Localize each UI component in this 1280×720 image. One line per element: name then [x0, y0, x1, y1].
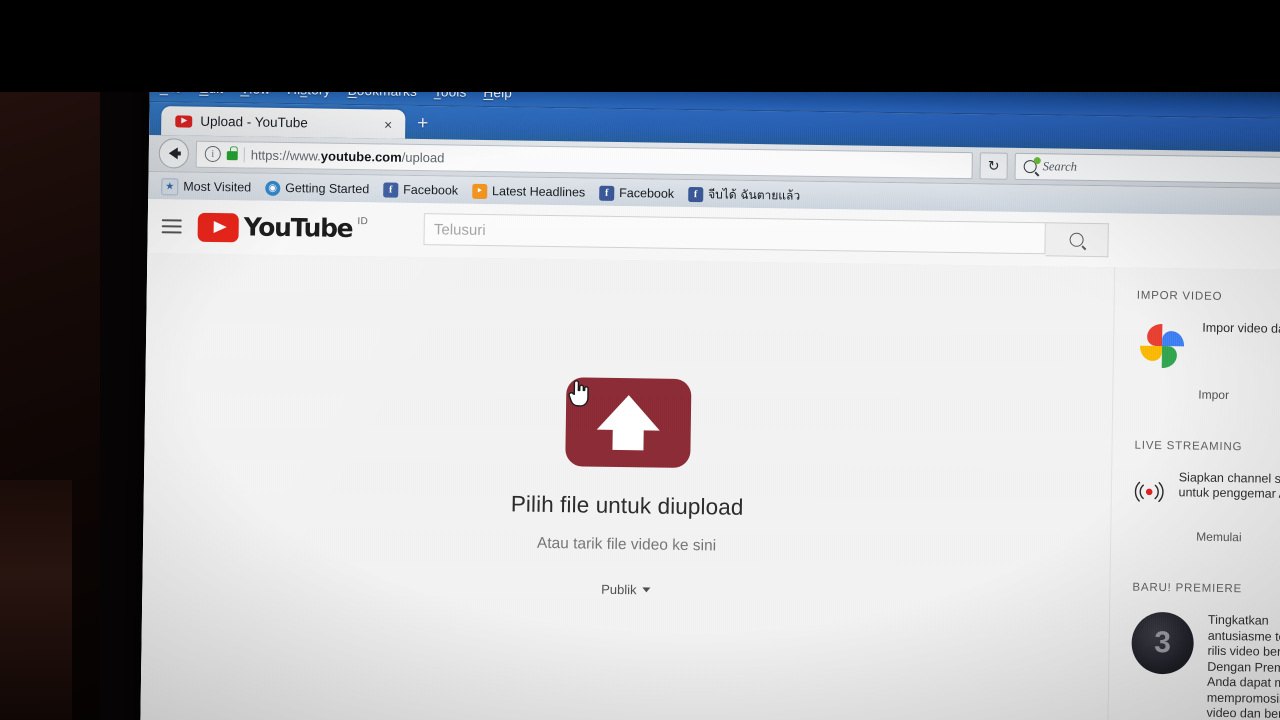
search-button[interactable] [1045, 222, 1110, 258]
youtube-sidebar: IMPOR VIDEO Impor video dari Foto Impor … [1106, 267, 1280, 720]
live-streaming-heading: LIVE STREAMING [1134, 439, 1243, 454]
facebook-icon: f [688, 186, 704, 202]
dark-surround-lower-left [0, 480, 72, 720]
dark-surround-top [0, 0, 1280, 92]
bookmark-latest-headlines[interactable]: ‣ Latest Headlines [467, 181, 590, 202]
url-divider [243, 146, 245, 162]
rss-icon: ‣ [472, 183, 488, 199]
youtube-favicon-icon [175, 114, 193, 128]
upload-dropzone[interactable]: Pilih file untuk diupload Atau tarik fil… [142, 371, 1112, 604]
upload-column: Pilih file untuk diupload Atau tarik fil… [139, 252, 1115, 720]
tab-title: Upload - YouTube [200, 113, 308, 131]
bookmark-facebook-1[interactable]: f Facebook [378, 180, 463, 200]
youtube-page: YouTube ID Telusuri Pilih file untuk diu… [139, 198, 1280, 720]
bookmark-label: จีบได้ ฉันตายแล้ว [708, 186, 801, 203]
upload-subtitle: Atau tarik file video ke sini [536, 534, 717, 555]
bookmark-label: Getting Started [285, 181, 370, 197]
live-streaming-row: Siapkan channel streaming untuk penggema… [1134, 470, 1280, 517]
youtube-wordmark: YouTube [243, 211, 353, 243]
monitor-screen: FFileile Edit View History Bookmarks Too… [139, 72, 1280, 720]
reload-button[interactable]: ↻ [979, 151, 1008, 180]
photo-backdrop: FFileile Edit View History Bookmarks Too… [0, 0, 1280, 720]
site-info-icon[interactable]: i [204, 145, 221, 163]
youtube-search: Telusuri [423, 213, 1110, 258]
upload-title: Pilih file untuk diupload [510, 491, 744, 520]
import-button[interactable]: Impor [1187, 382, 1240, 407]
browser-search-placeholder: Search [1042, 158, 1078, 174]
most-visited-icon: ★ [161, 177, 179, 195]
bookmark-getting-started[interactable]: ◉ Getting Started [260, 178, 374, 199]
countdown-number: 3 [1154, 625, 1172, 660]
globe-icon: ◉ [265, 180, 281, 196]
youtube-body: Pilih file untuk diupload Atau tarik fil… [139, 252, 1280, 720]
caret-down-icon [642, 587, 651, 593]
bookmark-facebook-2[interactable]: f Facebook [594, 183, 679, 203]
broadcast-icon [1134, 481, 1164, 503]
magnifier-plus-icon [1023, 156, 1041, 173]
facebook-icon: f [383, 181, 399, 198]
new-tab-button[interactable]: + [417, 113, 428, 135]
magnifier-icon [1069, 232, 1084, 247]
privacy-label: Publik [601, 581, 637, 598]
pointing-hand-cursor [568, 380, 589, 407]
bookmark-most-visited[interactable]: ★ Most Visited [156, 176, 256, 198]
bookmark-thai[interactable]: f จีบได้ ฉันตายแล้ว [683, 182, 805, 207]
start-streaming-button[interactable]: Memulai [1185, 524, 1253, 549]
privacy-dropdown[interactable]: Publik [601, 582, 651, 598]
bookmark-label: Most Visited [183, 179, 252, 195]
youtube-play-icon [197, 212, 239, 242]
bookmark-label: Latest Headlines [492, 184, 586, 200]
tab-upload-youtube[interactable]: Upload - YouTube × [161, 106, 406, 139]
bookmark-label: Facebook [403, 182, 459, 198]
close-icon[interactable]: × [377, 116, 399, 132]
youtube-logo[interactable]: YouTube ID [197, 212, 368, 244]
premiere-text: Tingkatkan antusiasme terhadap rilis vid… [1206, 612, 1280, 720]
browser-search-box[interactable]: Search [1014, 152, 1280, 185]
upload-arrow-icon[interactable] [565, 377, 692, 469]
premiere-row: 3 Tingkatkan antusiasme terhadap rilis v… [1130, 611, 1280, 720]
hamburger-menu-icon[interactable] [161, 219, 182, 234]
url-bar[interactable]: i https://www.youtube.com/upload [195, 140, 973, 179]
import-video-row: Impor video dari Foto [1136, 320, 1280, 375]
bookmark-label: Facebook [619, 185, 675, 201]
premiere-heading: BARU! PREMIERE [1132, 581, 1243, 596]
countdown-circle-icon: 3 [1131, 611, 1195, 675]
url-text: https://www.youtube.com/upload [250, 147, 445, 165]
back-arrow-icon[interactable] [158, 138, 190, 169]
import-video-text: Impor video dari Foto [1202, 320, 1280, 337]
import-video-heading: IMPOR VIDEO [1136, 289, 1223, 303]
youtube-country-code: ID [357, 215, 369, 227]
facebook-icon: f [599, 185, 615, 201]
padlock-icon [226, 150, 238, 160]
search-input[interactable]: Telusuri [423, 213, 1047, 255]
google-photos-icon [1140, 324, 1185, 369]
search-placeholder: Telusuri [433, 220, 486, 239]
live-streaming-text: Siapkan channel streaming untuk penggema… [1178, 470, 1280, 501]
